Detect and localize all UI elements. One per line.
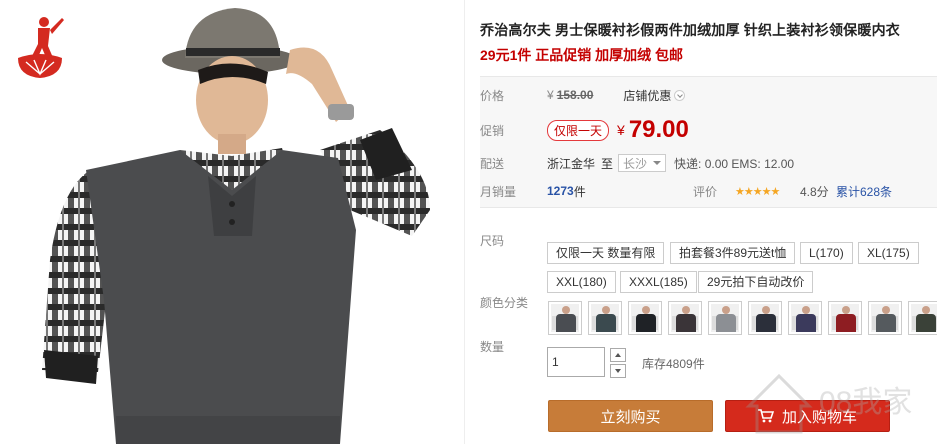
color-swatch[interactable] [668,301,702,335]
reviews-link[interactable]: 累计628条 [836,183,892,200]
swatch-thumbnail [831,304,859,332]
swatch-thumbnail [591,304,619,332]
quantity-increase-button[interactable] [610,348,626,362]
shipping-fee: 快递: 0.00 EMS: 12.00 [674,156,795,171]
product-photo[interactable] [20,0,460,444]
rating-stars: ★★★★★ [735,185,780,198]
chevron-down-icon [674,89,686,101]
buy-now-label: 立刻购买 [600,408,661,426]
swatch-thumbnail [871,304,899,332]
promo-price: 79.00 [628,116,689,143]
color-swatch[interactable] [588,301,622,335]
size-option[interactable]: 仅限一天 数量有限 [547,242,665,264]
color-swatch[interactable] [708,301,742,335]
sales-unit: 件 [573,184,586,199]
swatch-thumbnail [711,304,739,332]
size-option[interactable]: L(170) [800,242,853,264]
city-select[interactable]: 长沙 [618,154,667,172]
stock-text: 库存4809件 [642,357,705,371]
swatch-thumbnail [631,304,659,332]
sales-label: 月销量 [480,184,517,199]
swatch-thumbnail [551,304,579,332]
color-swatch[interactable] [748,301,782,335]
swatch-thumbnail [911,304,937,332]
promo-badge: 仅限一天 [547,119,610,141]
shop-discount-label: 店铺优惠 [623,88,672,103]
size-option[interactable]: 29元拍下自动改价 [698,271,814,293]
sales-row: 月销量 1273 件 评价 ★★★★★ 4.8分 累计628条 [480,179,937,203]
promo-currency: ¥ [617,122,625,138]
price-label: 价格 [480,88,505,103]
size-option[interactable]: XL(175) [858,242,919,264]
city-value: 长沙 [623,156,648,171]
product-title: 乔治高尔夫 男士保暖衬衫假两件加绒加厚 针织上装衬衫领保暖内衣 [480,22,900,38]
swatch-thumbnail [671,304,699,332]
price-panel: 价格 ¥ 158.00 店铺优惠 促销 仅限一天 ¥ 79.00 配送 浙江金华… [480,76,937,208]
color-swatch[interactable] [628,301,662,335]
promo-row: 促销 仅限一天 ¥ 79.00 [480,115,937,145]
product-subtitle: 29元1件 正品促销 加厚加绒 包邮 [480,47,684,63]
shop-discount-dropdown[interactable]: 店铺优惠 [623,87,686,104]
sales-count: 1273 [547,184,574,198]
size-label: 尺码 [480,234,505,248]
ship-to-label: 至 [601,156,614,171]
buy-now-button[interactable]: 立刻购买 [548,400,713,432]
rating-label: 评价 [693,184,718,199]
quantity-decrease-button[interactable] [610,364,626,378]
color-swatch[interactable] [788,301,822,335]
color-swatch[interactable] [828,301,862,335]
quantity-label: 数量 [480,340,505,354]
original-currency: ¥ [547,88,554,102]
ship-from: 浙江金华 [547,156,596,171]
color-swatch[interactable] [908,301,937,335]
promo-label: 促销 [480,123,505,138]
golfer-logo-icon [18,17,64,78]
color-swatch[interactable] [548,301,582,335]
house-watermark-icon: 08我家 [745,373,912,434]
quantity-input[interactable] [547,347,605,377]
size-option[interactable]: XXXL(185) [620,271,697,293]
size-option[interactable]: 拍套餐3件89元送t恤 [670,242,796,264]
dropdown-arrow-icon [653,161,662,165]
size-option[interactable]: XXL(180) [547,271,616,293]
color-label: 颜色分类 [480,296,529,310]
rating-score: 4.8分 [800,184,829,199]
product-gallery [0,0,465,444]
swatch-thumbnail [751,304,779,332]
watermark-text: 08我家 [819,386,912,419]
swatch-thumbnail [791,304,819,332]
delivery-label: 配送 [480,156,505,171]
color-swatch[interactable] [868,301,902,335]
delivery-row: 配送 浙江金华 至 长沙 快递: 0.00 EMS: 12.00 [480,151,937,175]
price-row: 价格 ¥ 158.00 店铺优惠 [480,83,937,107]
original-price: 158.00 [556,88,594,102]
